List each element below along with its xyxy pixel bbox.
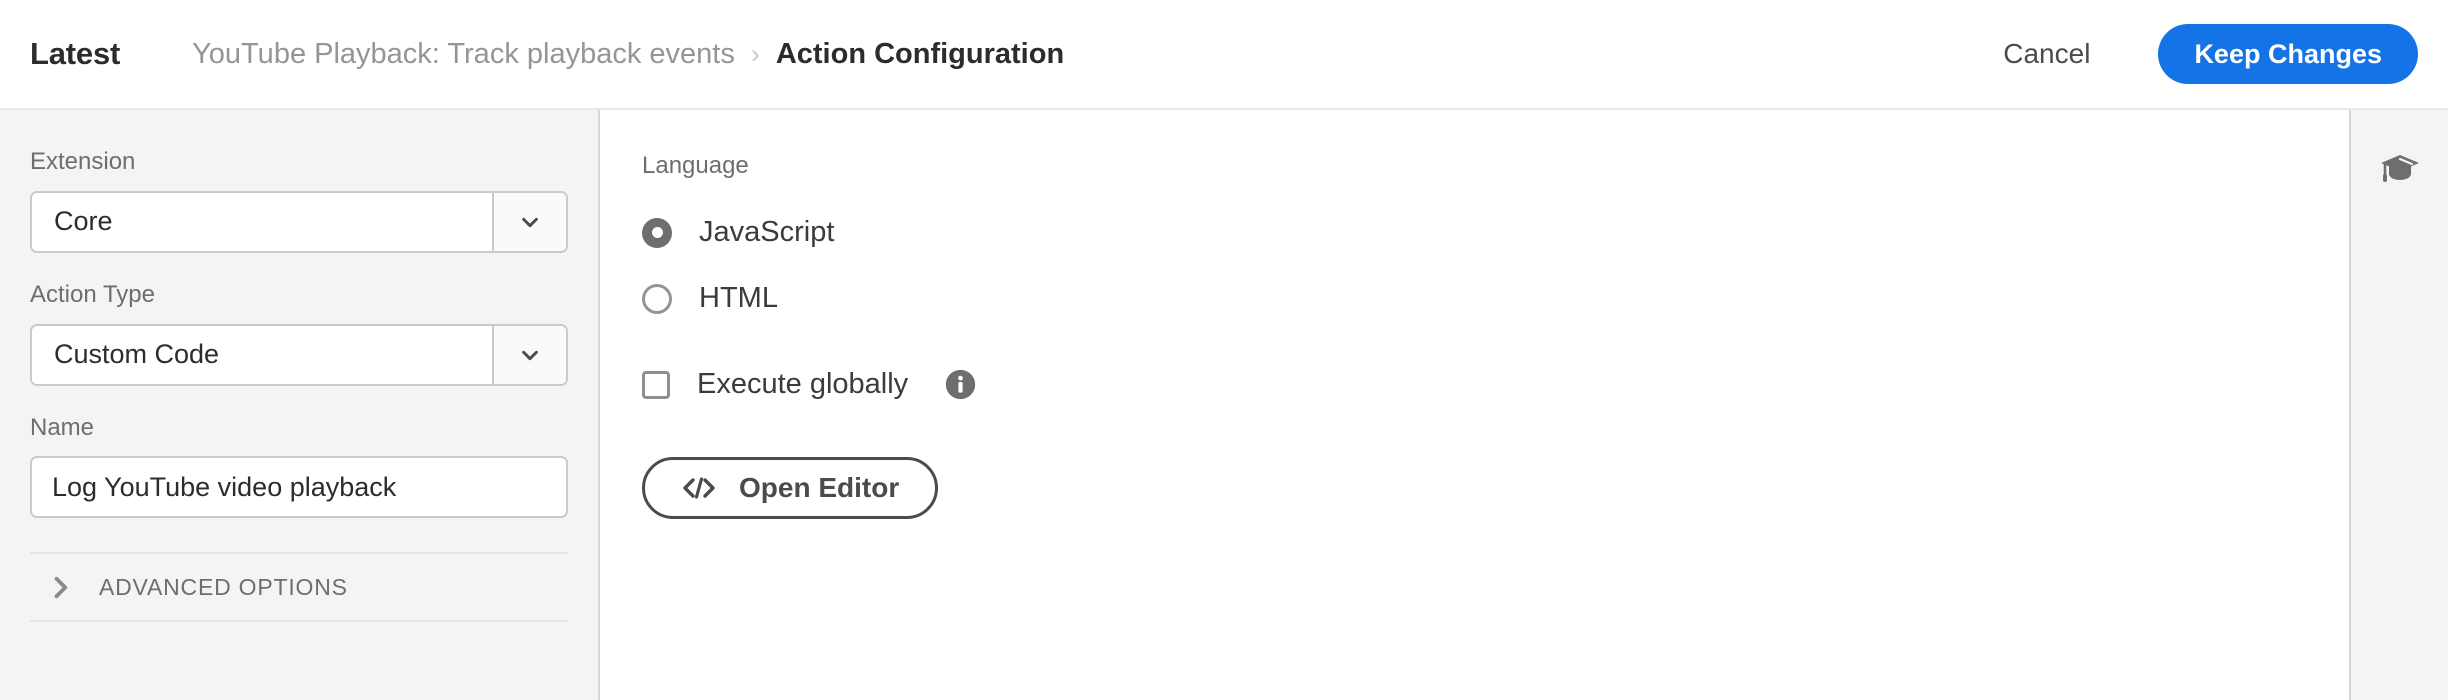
extension-picker-button[interactable] [492,192,566,251]
open-editor-label: Open Editor [739,471,900,503]
cancel-button[interactable]: Cancel [1977,24,2116,84]
action-settings-panel: Extension Core Action Type Custom Code N… [0,110,600,700]
extension-label: Extension [30,148,136,175]
advanced-options-label: ADVANCED OPTIONS [99,573,348,600]
app-body: Extension Core Action Type Custom Code N… [0,110,2448,700]
radio-unselected-icon [642,283,672,314]
execute-globally-row: Execute globally [642,357,2349,413]
code-icon [683,477,715,499]
language-option-html-label: HTML [699,282,778,315]
action-type-field: Action Type Custom Code [30,281,568,386]
keep-changes-button[interactable]: Keep Changes [2158,24,2418,84]
advanced-options-toggle[interactable]: ADVANCED OPTIONS [30,554,568,620]
open-editor-button[interactable]: Open Editor [642,456,939,519]
action-type-picker-value: Custom Code [32,325,492,384]
language-option-javascript-label: JavaScript [699,216,835,249]
custom-code-config-form: Language JavaScript HTML Execute globall… [600,110,2349,700]
radio-selected-icon [642,217,672,248]
extension-picker-value: Core [32,192,492,251]
chevron-down-icon [522,350,538,360]
header-left-group: Latest YouTube Playback: Track playback … [30,36,1977,72]
language-option-html[interactable]: HTML [642,271,2349,327]
execute-globally-checkbox[interactable] [642,370,670,399]
chevron-right-icon [54,576,68,599]
breadcrumb-current: Action Configuration [775,37,1065,70]
language-option-javascript[interactable]: JavaScript [642,205,2349,261]
header-actions: Cancel Keep Changes [1977,24,2418,84]
name-field: Name [30,414,568,519]
app-header: Latest YouTube Playback: Track playback … [0,0,2448,110]
action-type-picker[interactable]: Custom Code [30,323,568,386]
breadcrumb: YouTube Playback: Track playback events … [192,38,1064,71]
info-icon[interactable] [944,368,977,401]
action-type-label: Action Type [30,280,155,308]
breadcrumb-parent[interactable]: YouTube Playback: Track playback events [192,38,735,71]
advanced-options-divider-bottom [30,620,568,623]
breadcrumb-separator-chevron-icon: › [750,38,760,69]
name-input[interactable] [30,456,568,519]
execute-globally-label[interactable]: Execute globally [697,368,908,401]
action-configuration-screen: Latest YouTube Playback: Track playback … [0,0,2448,700]
action-type-picker-button[interactable] [492,325,566,384]
help-rail [2349,110,2448,700]
name-label: Name [30,413,95,441]
chevron-down-icon [522,217,538,227]
graduation-cap-icon[interactable] [2379,146,2421,188]
environment-label: Latest [30,36,121,71]
language-label: Language [642,152,749,179]
extension-picker[interactable]: Core [30,190,568,253]
extension-field: Extension Core [30,148,568,253]
